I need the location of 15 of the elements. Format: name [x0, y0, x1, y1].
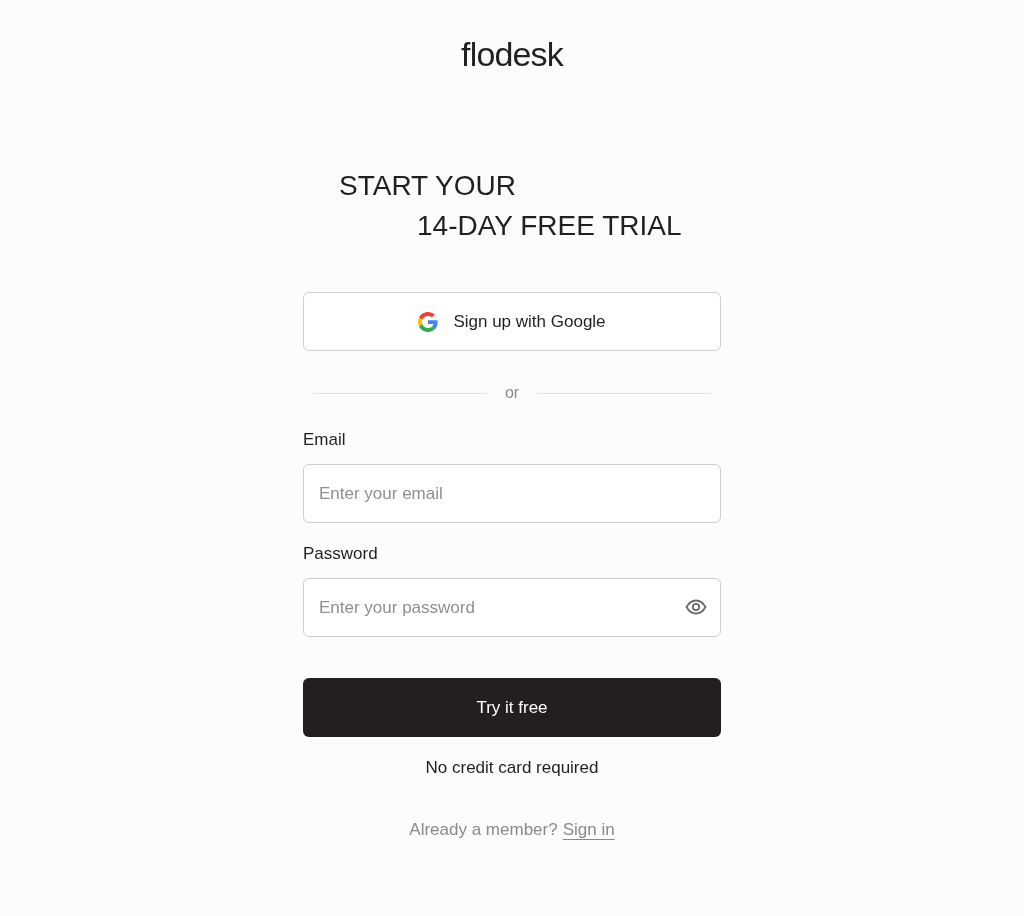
logo[interactable]: flodesk: [461, 34, 563, 74]
password-field[interactable]: Enter your password: [303, 578, 721, 637]
email-field[interactable]: Enter your email: [303, 464, 721, 523]
headline: 14-DAY FREE TRIAL: [417, 209, 683, 243]
eye-icon[interactable]: [685, 599, 707, 615]
no-credit-card-note: No credit card required: [424, 757, 600, 779]
field-label: Password: [303, 543, 379, 565]
divider-label: or: [504, 383, 520, 403]
google-icon: [418, 311, 439, 332]
field-label: Email: [303, 429, 347, 451]
google-signup-button[interactable]: Sign up with Google: [303, 292, 721, 351]
member-prompt: Already a member?: [409, 819, 558, 841]
try-free-button[interactable]: Try it free: [303, 678, 721, 737]
headline: START YOUR: [339, 169, 517, 203]
sign-in-link[interactable]: Sign in: [562, 819, 615, 841]
